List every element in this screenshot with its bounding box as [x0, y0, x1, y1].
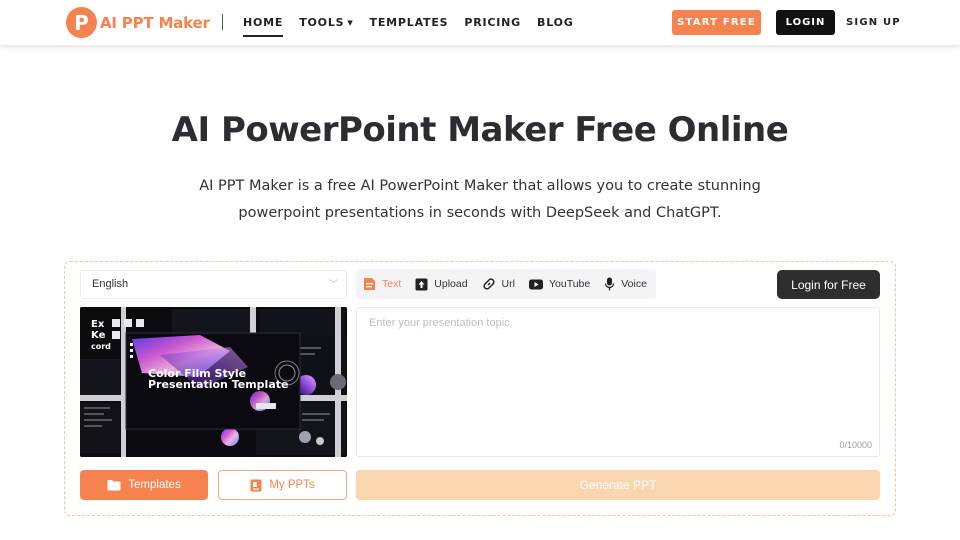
presentation-file-icon — [250, 479, 262, 491]
preview-headline-2: Presentation Template — [148, 378, 288, 391]
tab-youtube[interactable]: YouTube — [528, 278, 591, 290]
microphone-icon — [605, 277, 615, 291]
tab-text[interactable]: Text — [363, 277, 401, 291]
tab-text-label: Text — [382, 278, 402, 290]
template-preview-image[interactable]: Ex Ke cord Color Film Style Presentation… — [80, 307, 347, 457]
brand-name: AI PPT Maker — [100, 13, 210, 32]
preview-corner-text-1: Ex — [91, 319, 105, 330]
my-ppts-button[interactable]: My PPTs — [218, 470, 347, 500]
character-counter: 0/10000 — [839, 440, 872, 450]
nav-home[interactable]: HOME — [243, 0, 284, 45]
login-button[interactable]: LOGIN — [776, 10, 835, 35]
text-doc-icon — [364, 278, 375, 290]
templates-button[interactable]: Templates — [80, 470, 208, 500]
tab-url[interactable]: Url — [482, 277, 515, 291]
my-ppts-button-label: My PPTs — [269, 479, 315, 491]
start-free-button[interactable]: START FREE — [672, 10, 761, 35]
language-select[interactable]: English ﹀ — [80, 270, 347, 299]
top-navbar: P AI PPT Maker HOME TOOLS ▼ TEMPLATES PRI… — [0, 0, 960, 45]
preview-corner-text-2: Ke — [91, 330, 106, 341]
link-icon — [482, 278, 495, 290]
signup-link[interactable]: SIGN UP — [846, 10, 901, 35]
tab-url-label: Url — [501, 278, 515, 290]
input-mode-tabs: Text Upload Url YouTube Voice — [356, 269, 656, 299]
tab-upload[interactable]: Upload — [415, 278, 468, 291]
nav-templates[interactable]: TEMPLATES — [370, 0, 449, 45]
nav-links: HOME TOOLS ▼ TEMPLATES PRICING BLOG — [243, 0, 590, 45]
logo-mark-icon: P — [66, 7, 97, 38]
youtube-icon — [528, 279, 543, 289]
chevron-down-icon: ﹀ — [328, 279, 338, 289]
tab-voice[interactable]: Voice — [604, 277, 647, 291]
tab-upload-label: Upload — [434, 278, 468, 290]
language-value: English — [92, 278, 129, 290]
templates-button-label: Templates — [128, 479, 181, 491]
nav-pricing[interactable]: PRICING — [464, 0, 521, 45]
topic-input-placeholder: Enter your presentation topic — [369, 317, 510, 329]
hero-subtitle: AI PPT Maker is a free AI PowerPoint Mak… — [199, 178, 761, 221]
tab-voice-label: Voice — [621, 278, 647, 290]
nav-blog[interactable]: BLOG — [537, 0, 574, 45]
upload-icon — [415, 278, 428, 290]
generate-ppt-button[interactable]: Generate PPT — [356, 470, 880, 500]
tab-youtube-label: YouTube — [548, 278, 591, 290]
folder-icon — [107, 480, 121, 491]
preview-corner-text-3: cord — [91, 342, 111, 351]
brand-logo[interactable]: P AI PPT Maker — [66, 7, 210, 38]
nav-tools[interactable]: TOOLS ▼ — [299, 0, 353, 45]
topic-input[interactable]: Enter your presentation topic 0/10000 — [356, 307, 880, 457]
template-collage-graphic: Ex Ke cord Color Film Style Presentation… — [80, 307, 347, 457]
nav-tools-label: TOOLS — [299, 16, 345, 29]
chevron-down-icon: ▼ — [347, 19, 354, 27]
nav-divider — [222, 14, 223, 30]
page-title: AI PowerPoint Maker Free Online — [171, 110, 789, 150]
login-for-free-button[interactable]: Login for Free — [777, 270, 880, 299]
